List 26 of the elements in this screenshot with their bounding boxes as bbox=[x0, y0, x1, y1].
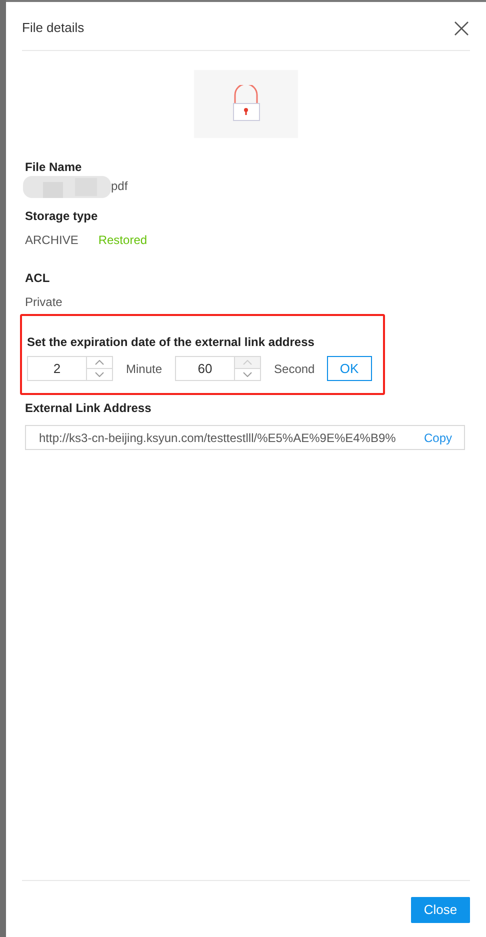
field-value: ARCHIVE bbox=[25, 232, 78, 249]
status-text: Restored bbox=[98, 232, 148, 249]
dialog-title: File details bbox=[22, 19, 84, 37]
field-value: Private bbox=[25, 294, 64, 311]
chevron-up-icon bbox=[95, 360, 104, 365]
unit-label: Minute bbox=[126, 360, 162, 378]
field-label: External Link Address bbox=[25, 400, 152, 417]
field-label: Set the expiration date of the external link address bbox=[27, 334, 316, 351]
close-icon[interactable] bbox=[454, 21, 469, 36]
chevron-down-icon bbox=[243, 372, 252, 377]
increment-button[interactable] bbox=[87, 357, 112, 369]
padlock-icon bbox=[232, 85, 260, 123]
field-label: File Name bbox=[25, 159, 83, 176]
blurred-text-icon bbox=[23, 174, 111, 198]
input-value: 60 bbox=[196, 360, 214, 378]
link-field[interactable]: http://ks3-cn-beijing.ksyun.com/testtestlll/%E5%AE%9E%E4%B9% Copy bbox=[25, 425, 465, 450]
number-input[interactable]: 60 bbox=[175, 356, 262, 381]
unit-label: Second bbox=[274, 360, 315, 378]
field-value: pdf bbox=[111, 178, 128, 195]
input-value: 2 bbox=[52, 360, 62, 378]
field-label: ACL bbox=[25, 270, 51, 287]
field-label: Storage type bbox=[25, 208, 99, 225]
number-input[interactable]: 2 bbox=[27, 356, 113, 381]
link-text: http://ks3-cn-beijing.ksyun.com/testtestlll/%E5%AE%9E%E4%B9% bbox=[39, 430, 396, 446]
chevron-down-icon bbox=[95, 372, 104, 377]
chevron-up-icon bbox=[243, 360, 252, 365]
